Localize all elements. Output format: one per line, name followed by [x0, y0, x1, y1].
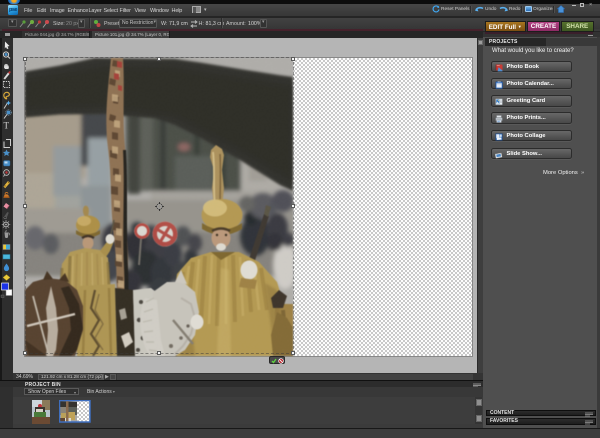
svg-text:T: T — [4, 121, 10, 131]
